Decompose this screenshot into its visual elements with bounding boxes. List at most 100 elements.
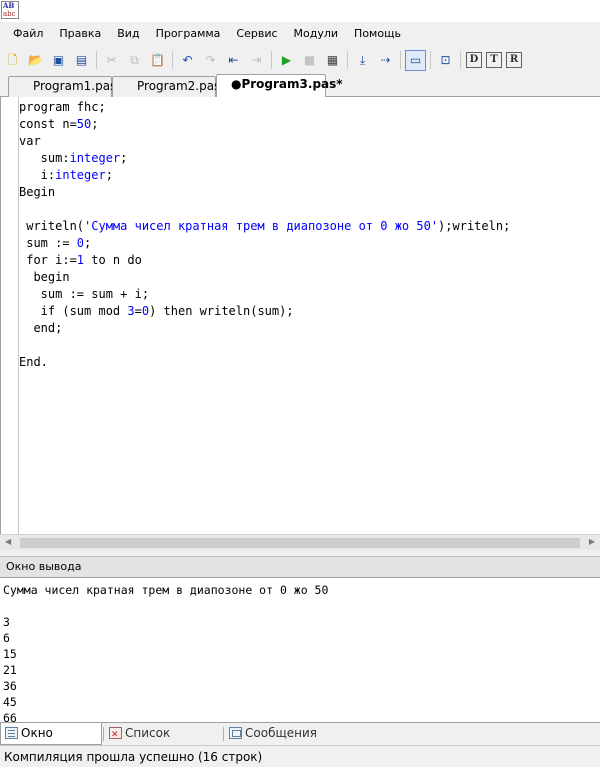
code-token: 50 xyxy=(76,117,92,131)
menu-item-3[interactable]: Программа xyxy=(148,22,229,46)
code-text[interactable]: program fhc; const n=50; var sum:integer; … xyxy=(19,99,510,371)
menu-item-0[interactable]: Файл xyxy=(5,22,51,46)
output-window-icon xyxy=(5,727,18,739)
output-line: 21 xyxy=(3,663,17,677)
toolbar-separator xyxy=(460,51,461,69)
code-line[interactable]: sum := sum + i; xyxy=(19,286,510,303)
delphi-mode-icon[interactable]: D xyxy=(466,52,482,68)
error-list-icon xyxy=(109,725,122,746)
output-line: Сумма чисел кратная трем в диапозоне от … xyxy=(3,583,329,597)
save-icon[interactable]: ▣ xyxy=(49,51,68,70)
menu-item-6[interactable]: Помощь xyxy=(346,22,409,46)
code-token: ; xyxy=(91,117,99,131)
scrollbar-thumb[interactable] xyxy=(20,538,580,548)
turbo-mode-icon[interactable]: T xyxy=(486,52,502,68)
toolbar-separator xyxy=(347,51,348,69)
output-line: 36 xyxy=(3,679,17,693)
code-token: End. xyxy=(19,355,48,369)
code-token: 0 xyxy=(141,304,150,318)
menu-item-5[interactable]: Модули xyxy=(286,22,347,46)
editor-tab-2[interactable]: Program2.pas* xyxy=(112,76,226,97)
code-line[interactable]: var xyxy=(19,133,510,150)
indent-icon[interactable]: ⇤ xyxy=(224,51,243,70)
title-bar: AB abc xyxy=(0,0,600,22)
open-folder-icon[interactable]: 📂 xyxy=(26,51,45,70)
step-into-icon[interactable]: ⤓ xyxy=(353,51,372,70)
form-designer-icon[interactable]: ⊡ xyxy=(436,51,455,70)
code-line[interactable]: const n=50; xyxy=(19,116,510,133)
toolbar-separator xyxy=(172,51,173,69)
code-token: 1 xyxy=(76,253,85,267)
app-logo-text-2: abc xyxy=(3,10,16,18)
code-line[interactable]: sum:integer; xyxy=(19,150,510,167)
compile-icon[interactable]: ▦ xyxy=(323,51,342,70)
code-token: var xyxy=(19,134,41,148)
editor-gutter xyxy=(1,97,19,534)
code-line[interactable]: if (sum mod 3=0) then writeln(sum); xyxy=(19,303,510,320)
code-token: Begin xyxy=(19,185,56,199)
code-editor[interactable]: program fhc; const n=50; var sum:integer; … xyxy=(0,97,600,534)
copy-icon[interactable]: ⧉ xyxy=(125,51,144,70)
scroll-left-icon[interactable]: ◀ xyxy=(5,537,11,546)
code-line[interactable]: begin xyxy=(19,269,510,286)
code-token: writeln( xyxy=(19,219,85,233)
scroll-right-icon[interactable]: ▶ xyxy=(589,537,595,546)
code-token: program fhc; xyxy=(19,100,106,114)
regular-mode-icon[interactable]: R xyxy=(506,52,522,68)
code-line[interactable]: program fhc; xyxy=(19,99,510,116)
output-line: 45 xyxy=(3,695,17,709)
step-over-icon[interactable]: ⇢ xyxy=(376,51,395,70)
editor-horizontal-scrollbar[interactable]: ◀ ▶ xyxy=(0,534,600,550)
editor-tab-1[interactable]: Program1.pas* xyxy=(8,76,122,97)
cut-icon[interactable]: ✂ xyxy=(102,51,121,70)
code-token: ; xyxy=(120,151,128,165)
outdent-icon[interactable]: ⇥ xyxy=(247,51,266,70)
output-window[interactable]: Сумма чисел кратная трем в диапозоне от … xyxy=(0,577,600,722)
code-token: ) then writeln(sum); xyxy=(149,304,294,318)
code-line[interactable]: end; xyxy=(19,320,510,337)
save-all-icon[interactable]: ▤ xyxy=(72,51,91,70)
new-file-icon[interactable]: 🗋 xyxy=(3,51,22,70)
output-window-icon[interactable]: ▭ xyxy=(405,49,426,71)
menu-item-2[interactable]: Вид xyxy=(109,22,147,46)
output-line: 66 xyxy=(3,711,17,722)
code-token: if (sum mod xyxy=(19,304,128,318)
code-line[interactable]: Begin xyxy=(19,184,510,201)
bottom-tab-1[interactable]: Окно вывода xyxy=(0,723,102,761)
code-token: );writeln; xyxy=(438,219,511,233)
paste-icon[interactable]: 📋 xyxy=(148,51,167,70)
undo-icon[interactable]: ↶ xyxy=(178,51,197,70)
code-line[interactable]: writeln('Сумма чисел кратная трем в диап… xyxy=(19,218,510,235)
code-token: for i:= xyxy=(19,253,77,267)
menu-item-4[interactable]: Сервис xyxy=(228,22,285,46)
code-line[interactable] xyxy=(19,201,510,218)
code-token: = xyxy=(134,304,142,318)
toolbar-separator xyxy=(400,51,401,69)
code-token: ; xyxy=(105,168,113,182)
code-token: 0 xyxy=(76,236,85,250)
code-line[interactable]: i:integer; xyxy=(19,167,510,184)
output-panel-header: Окно вывода xyxy=(0,556,600,577)
run-icon[interactable]: ▶ xyxy=(277,51,296,70)
code-token: integer xyxy=(69,151,121,165)
code-token: integer xyxy=(55,168,106,182)
menu-item-1[interactable]: Правка xyxy=(51,22,109,46)
code-token: to n do xyxy=(84,253,142,267)
app-logo-icon: AB abc xyxy=(1,1,19,19)
editor-tab-3[interactable]: ●Program3.pas* xyxy=(216,74,343,98)
tab-separator xyxy=(103,727,104,741)
editor-tab-bar: Program1.pas* Program2.pas* ●Program3.pas* xyxy=(0,73,600,98)
stop-icon[interactable]: ■ xyxy=(300,51,319,70)
code-token: begin xyxy=(19,270,70,284)
code-token: 'Сумма чисел кратная трем в диапозоне от… xyxy=(84,219,439,233)
code-line[interactable]: End. xyxy=(19,354,510,371)
output-text: Сумма чисел кратная трем в диапозоне от … xyxy=(3,582,328,722)
output-line: 15 xyxy=(3,647,17,661)
bottom-tab-2[interactable]: Список ошибок xyxy=(105,723,222,761)
code-line[interactable] xyxy=(19,337,510,354)
bottom-tab-3[interactable]: Сообщения компилятора xyxy=(225,723,397,761)
redo-icon[interactable]: ↷ xyxy=(201,51,220,70)
code-line[interactable]: sum := 0; xyxy=(19,235,510,252)
code-line[interactable]: for i:=1 to n do xyxy=(19,252,510,269)
